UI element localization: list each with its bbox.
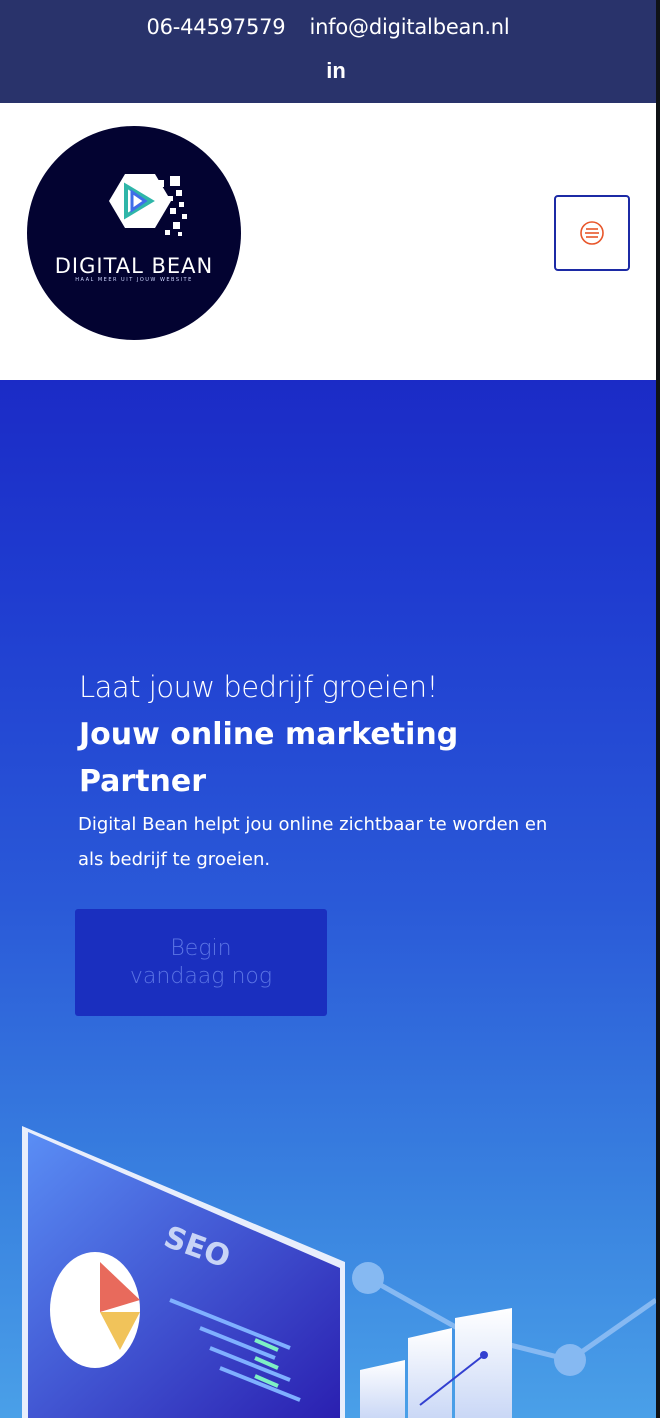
hero-title: Jouw online marketing Partner	[79, 717, 459, 799]
phone-link[interactable]: 06-44597579	[146, 15, 285, 39]
seo-illustration: SEO	[22, 1126, 656, 1418]
hamburger-menu-icon	[580, 221, 604, 245]
chart-node	[352, 1262, 384, 1294]
logo-mark-icon	[109, 174, 187, 236]
scrollbar-edge	[656, 0, 660, 1418]
top-contact-bar: 06-44597579 info@digitalbean.nl in	[0, 0, 656, 103]
logo-tagline: HAAL MEER UIT JOUW WEBSITE	[75, 277, 193, 283]
logo-wordmark: DIGITAL BEAN	[54, 254, 214, 278]
linkedin-icon[interactable]: in	[324, 58, 348, 83]
chart-node	[554, 1344, 586, 1376]
hero-description: Digital Bean helpt jou online zichtbaar …	[78, 814, 548, 870]
chart-node	[480, 1351, 488, 1359]
cta-button[interactable]: Begin vandaag nog	[75, 909, 327, 1016]
logo[interactable]: DIGITAL BEAN HAAL MEER UIT JOUW WEBSITE	[27, 126, 241, 340]
hero-section: Laat jouw bedrijf groeien! Jouw online m…	[0, 380, 656, 1418]
cta-label: Begin vandaag nog	[129, 935, 273, 989]
email-link[interactable]: info@digitalbean.nl	[309, 15, 509, 39]
menu-button[interactable]	[554, 195, 630, 271]
site-header: DIGITAL BEAN HAAL MEER UIT JOUW WEBSITE	[0, 103, 656, 380]
hero-subtitle: Laat jouw bedrijf groeien!	[79, 670, 438, 704]
contact-row: 06-44597579 info@digitalbean.nl	[0, 15, 656, 39]
